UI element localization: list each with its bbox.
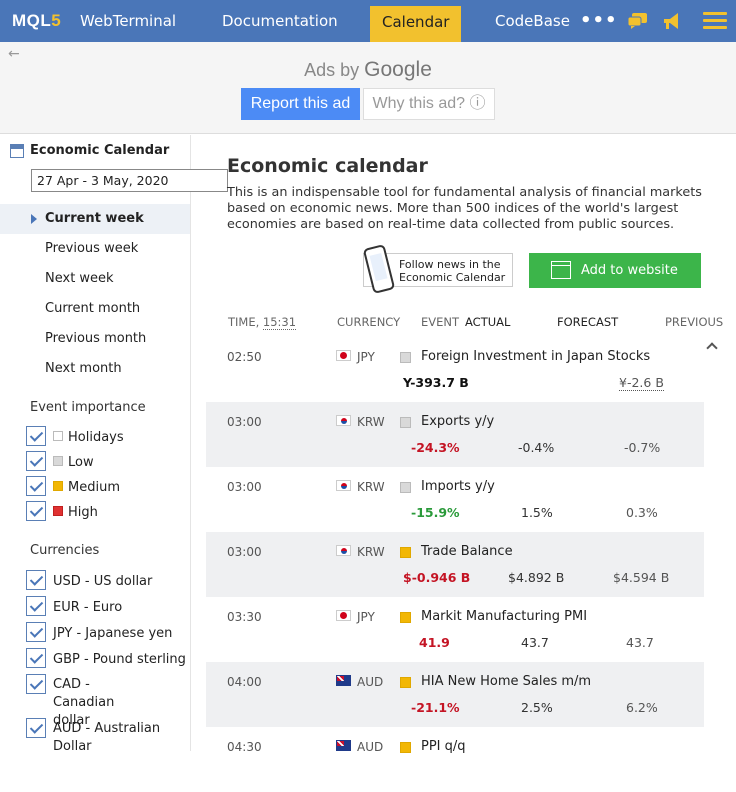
scroll-up-icon[interactable] [706,342,718,354]
header-previous: PREVIOUS [665,315,724,329]
sidebar: Economic Calendar Current week Previous … [0,135,191,754]
nav-calendar[interactable]: Calendar [370,6,462,42]
korea-flag-icon [336,545,351,556]
importance-medium-icon [400,742,411,753]
checkbox[interactable] [26,476,46,496]
importance-high[interactable]: High [26,501,98,523]
period-previous-month[interactable]: Previous month [0,324,190,354]
importance-swatch [53,456,63,466]
table-row[interactable]: 04:30 AUD PPI q/q [206,727,704,792]
currency-gbp[interactable]: GBP - Pound sterling [26,648,186,670]
more-menu-icon[interactable]: ••• [580,10,618,31]
page-title: Economic calendar [227,155,428,177]
calendar-icon [10,143,24,158]
report-ad-button[interactable]: Report this ad [241,88,360,120]
chat-icon[interactable] [628,13,648,29]
period-next-month[interactable]: Next month [0,354,190,384]
ad-banner: ← Ads by Google Report this ad Why this … [0,42,736,134]
table-row[interactable]: 04:00 AUD HIA New Home Sales m/m -21.1% … [206,662,704,727]
korea-flag-icon [336,415,351,426]
australia-flag-icon [336,675,351,686]
currency-eur[interactable]: EUR - Euro [26,596,122,618]
checkbox[interactable] [26,451,46,471]
table-row[interactable]: 03:00 KRW Exports y/y -24.3% -0.4% -0.7% [206,402,704,467]
importance-swatch [53,431,63,441]
date-range-input[interactable] [31,169,228,192]
checkbox[interactable] [26,648,46,668]
add-to-website-button[interactable]: Add to website [529,253,701,288]
currency-jpy[interactable]: JPY - Japanese yen [26,622,172,644]
sidebar-title: Economic Calendar [10,143,169,158]
checkbox[interactable] [26,596,46,616]
hamburger-menu-icon[interactable] [703,12,727,30]
period-previous-week[interactable]: Previous week [0,234,190,264]
checkbox[interactable] [26,570,46,590]
importance-medium[interactable]: Medium [26,476,120,498]
header-currency: CURRENCY [337,315,401,329]
importance-low[interactable]: Low [26,451,94,473]
nav-codebase[interactable]: CodeBase [495,0,570,42]
currency-usd[interactable]: USD - US dollar [26,570,152,592]
widget-icon [551,261,571,279]
table-row[interactable]: 03:00 KRW Trade Balance $-0.946 B $4.892… [206,532,704,597]
period-current-week[interactable]: Current week [0,204,190,234]
table-row[interactable]: 03:30 JPY Markit Manufacturing PMI 41.9 … [206,597,704,662]
nav-webterminal[interactable]: WebTerminal [80,0,176,42]
importance-medium-icon [400,677,411,688]
mql5-logo[interactable]: MQL5 [12,11,61,31]
period-current-month[interactable]: Current month [0,294,190,324]
table-scrollbar[interactable] [704,340,722,751]
importance-holidays[interactable]: Holidays [26,426,124,448]
importance-swatch [53,506,63,516]
page-description: This is an indispensable tool for fundam… [227,185,702,232]
why-this-ad-button[interactable]: Why this ad? ⓘ [363,88,495,120]
importance-swatch [53,481,63,491]
megaphone-icon[interactable] [662,11,682,31]
importance-low-icon [400,482,411,493]
top-navigation: MQL5 WebTerminal Documentation Calendar … [0,0,736,42]
importance-low-icon [400,352,411,363]
table-row[interactable]: 02:50 JPY Foreign Investment in Japan St… [206,337,704,402]
table-row[interactable]: 03:00 KRW Imports y/y -15.9% 1.5% 0.3% [206,467,704,532]
ads-by-google: Ads by Google [304,58,432,81]
currencies-heading: Currencies [30,543,100,558]
korea-flag-icon [336,480,351,491]
period-next-week[interactable]: Next week [0,264,190,294]
currency-aud[interactable]: AUD - Australian Dollar [26,718,163,756]
header-forecast: FORECAST [557,315,619,329]
japan-flag-icon [336,610,351,621]
importance-medium-icon [400,612,411,623]
importance-low-icon [400,417,411,428]
checkbox[interactable] [26,622,46,642]
japan-flag-icon [336,350,351,361]
importance-heading: Event importance [30,400,146,415]
nav-documentation[interactable]: Documentation [222,0,338,42]
header-event: EVENT [421,315,460,329]
importance-medium-icon [400,547,411,558]
checkbox[interactable] [26,674,46,694]
australia-flag-icon [336,740,351,751]
checkbox[interactable] [26,718,46,738]
checkbox[interactable] [26,426,46,446]
checkbox[interactable] [26,501,46,521]
header-time[interactable]: TIME, 15:31 [228,315,297,330]
header-actual: ACTUAL [465,315,511,329]
